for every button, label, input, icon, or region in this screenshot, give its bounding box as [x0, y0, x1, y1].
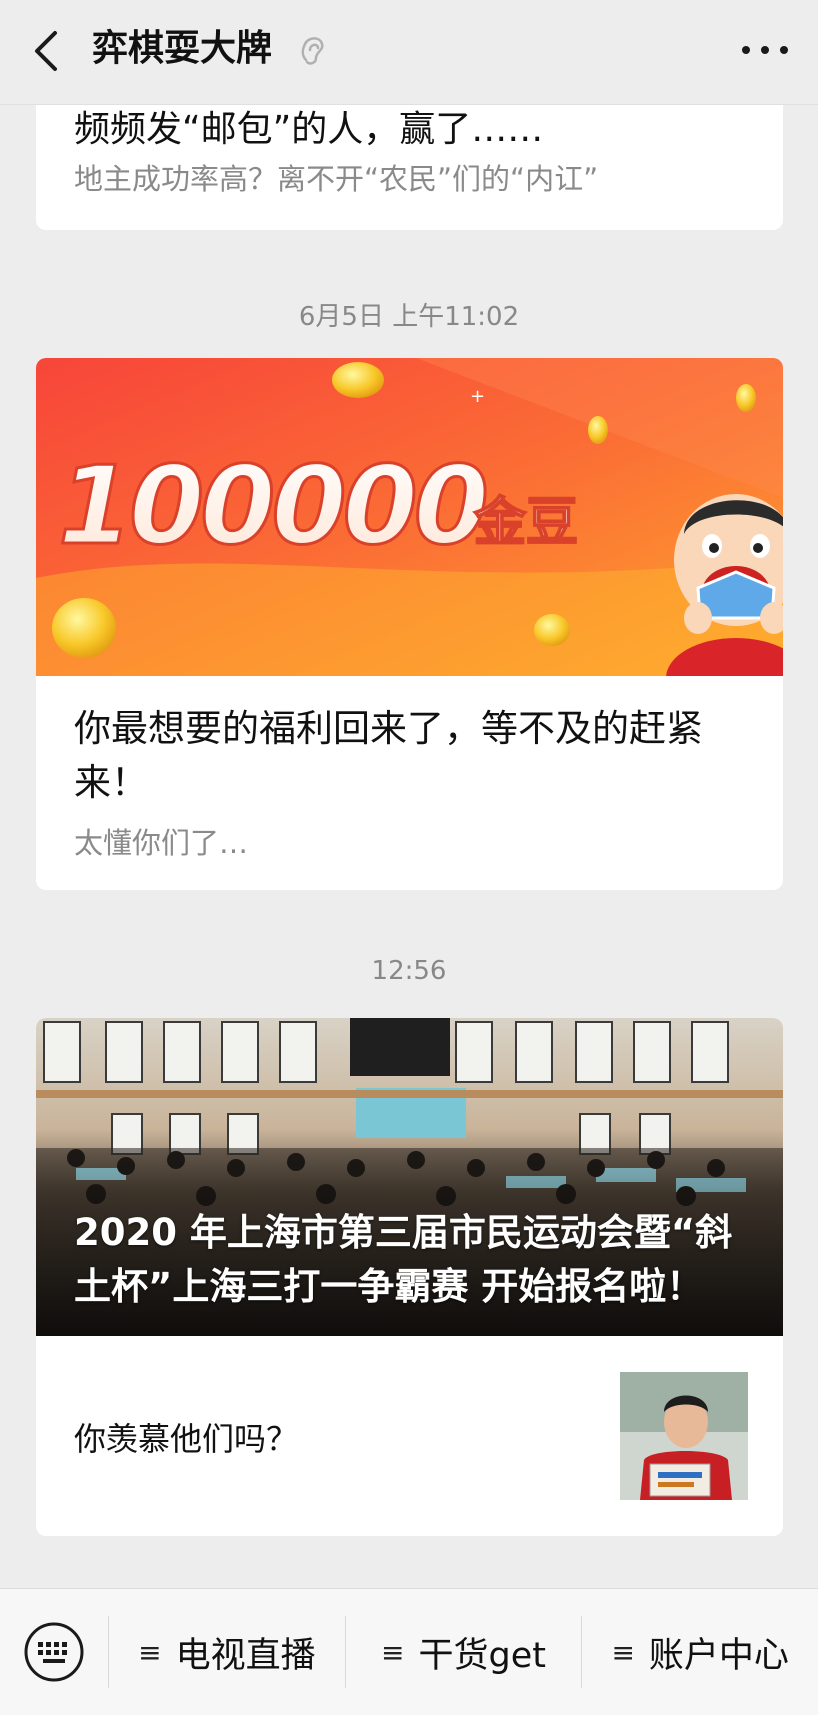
- article-cover-photo: 2020 年上海市第三届市民运动会暨“斜土杯”上海三打一争霸赛 开始报名啦！: [36, 1018, 783, 1336]
- top-bar: 弈棋耍大牌: [0, 0, 818, 105]
- article-title: 频频发“邮包”的人，赢了……: [74, 109, 544, 150]
- article-card[interactable]: 2020 年上海市第三届市民运动会暨“斜土杯”上海三打一争霸赛 开始报名啦！ 你…: [36, 1018, 783, 1536]
- svg-text:金豆: 金豆: [473, 493, 578, 553]
- svg-text:+: +: [470, 386, 485, 407]
- article-banner-image: + 100000 金豆: [36, 358, 783, 676]
- more-button[interactable]: [742, 40, 788, 60]
- bottom-menu-bar: ≡ 电视直播 ≡ 干货get ≡ 账户中心: [0, 1588, 818, 1715]
- more-dots-icon: [742, 46, 750, 54]
- article-title: 你最想要的福利回来了，等不及的赶紧来！: [74, 707, 703, 804]
- menu-icon: ≡: [381, 1635, 405, 1669]
- menu-icon: ≡: [611, 1635, 635, 1669]
- keyboard-icon: [24, 1622, 84, 1682]
- menu-item-label: 电视直播: [175, 1635, 316, 1676]
- keyboard-button[interactable]: [0, 1589, 108, 1715]
- menu-item-tips[interactable]: ≡ 干货get: [346, 1589, 582, 1715]
- svg-text:100000: 100000: [58, 444, 486, 569]
- menu-icon: ≡: [138, 1635, 162, 1669]
- menu-item-label: 干货get: [418, 1635, 546, 1676]
- page-title: 弈棋耍大牌: [92, 28, 273, 69]
- message-timestamp: 6月5日 上午11:02: [298, 302, 520, 332]
- article-title: 2020 年上海市第三届市民运动会暨“斜土杯”上海三打一争霸赛 开始报名啦！: [74, 1211, 733, 1308]
- article-summary: 太懂你们了…: [74, 826, 249, 860]
- message-timestamp: 12:56: [371, 956, 447, 986]
- sub-article-title[interactable]: 你羡慕他们吗？: [74, 1414, 298, 1460]
- menu-item-tv-live[interactable]: ≡ 电视直播: [109, 1589, 345, 1715]
- back-button[interactable]: [26, 26, 66, 76]
- chevron-left-icon: [35, 31, 57, 71]
- ear-icon[interactable]: [296, 32, 328, 68]
- menu-item-account[interactable]: ≡ 账户中心: [582, 1589, 818, 1715]
- article-summary: 地主成功率高？离不开“农民”们的“内讧”: [74, 162, 599, 196]
- menu-item-label: 账户中心: [648, 1635, 789, 1676]
- article-card[interactable]: + 100000 金豆 你最想要的福利回来了，等不及的赶紧来！ 太懂你们了…: [36, 358, 783, 890]
- sub-article-thumbnail[interactable]: [620, 1372, 748, 1500]
